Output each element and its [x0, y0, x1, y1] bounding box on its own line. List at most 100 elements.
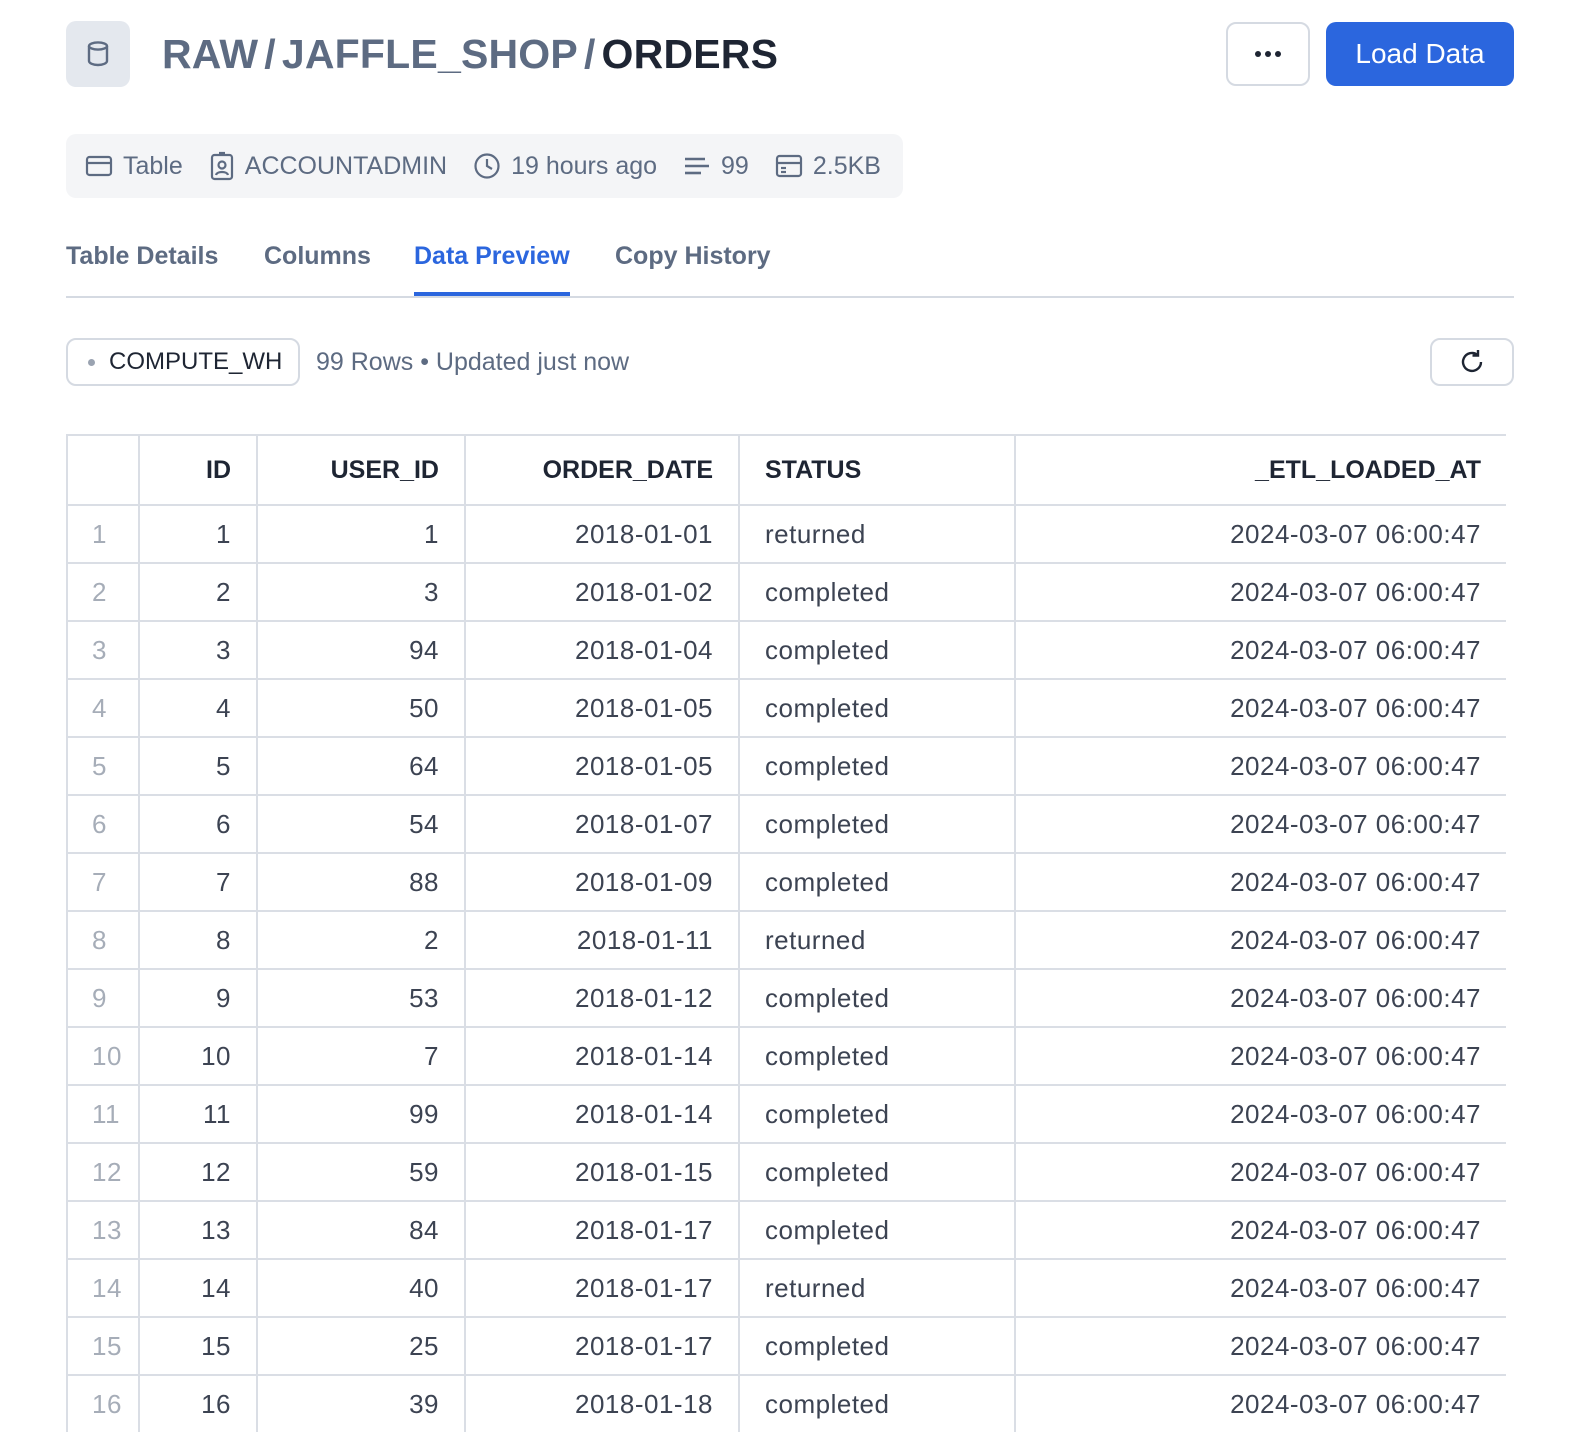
tab-columns[interactable]: Columns — [264, 242, 371, 296]
cell-etl-loaded-at[interactable]: 2024-03-07 06:00:47 — [1014, 1026, 1506, 1086]
column-header-user-id[interactable]: USER_ID — [256, 434, 466, 506]
cell-etl-loaded-at[interactable]: 2024-03-07 06:00:47 — [1014, 968, 1506, 1028]
cell-user-id[interactable]: 3 — [256, 562, 466, 622]
cell-etl-loaded-at[interactable]: 2024-03-07 06:00:47 — [1014, 620, 1506, 680]
table-row[interactable]: 2 2 3 2018-01-02 completed 2024-03-07 06:00:4… — [66, 562, 1506, 622]
cell-row-number[interactable]: 16 — [66, 1374, 140, 1432]
cell-id[interactable]: 9 — [138, 968, 258, 1028]
cell-user-id[interactable]: 59 — [256, 1142, 466, 1202]
cell-status[interactable]: completed — [738, 562, 1016, 622]
cell-id[interactable]: 10 — [138, 1026, 258, 1086]
cell-status[interactable]: returned — [738, 1258, 1016, 1318]
cell-order-date[interactable]: 2018-01-01 — [464, 504, 740, 564]
cell-row-number[interactable]: 10 — [66, 1026, 140, 1086]
cell-row-number[interactable]: 14 — [66, 1258, 140, 1318]
cell-status[interactable]: completed — [738, 968, 1016, 1028]
cell-status[interactable]: completed — [738, 678, 1016, 738]
cell-id[interactable]: 12 — [138, 1142, 258, 1202]
cell-user-id[interactable]: 84 — [256, 1200, 466, 1260]
cell-order-date[interactable]: 2018-01-11 — [464, 910, 740, 970]
cell-order-date[interactable]: 2018-01-14 — [464, 1026, 740, 1086]
cell-etl-loaded-at[interactable]: 2024-03-07 06:00:47 — [1014, 1142, 1506, 1202]
cell-user-id[interactable]: 88 — [256, 852, 466, 912]
table-row[interactable]: 11 11 99 2018-01-14 completed 2024-03-07 06:0… — [66, 1084, 1506, 1144]
cell-status[interactable]: returned — [738, 910, 1016, 970]
cell-id[interactable]: 14 — [138, 1258, 258, 1318]
cell-row-number[interactable]: 13 — [66, 1200, 140, 1260]
cell-row-number[interactable]: 3 — [66, 620, 140, 680]
cell-status[interactable]: completed — [738, 1084, 1016, 1144]
cell-etl-loaded-at[interactable]: 2024-03-07 06:00:47 — [1014, 1200, 1506, 1260]
table-row[interactable]: 7 7 88 2018-01-09 completed 2024-03-07 06:00:… — [66, 852, 1506, 912]
cell-order-date[interactable]: 2018-01-05 — [464, 678, 740, 738]
table-row[interactable]: 12 12 59 2018-01-15 completed 2024-03-07 06:0… — [66, 1142, 1506, 1202]
cell-id[interactable]: 15 — [138, 1316, 258, 1376]
table-row[interactable]: 15 15 25 2018-01-17 completed 2024-03-07 06:0… — [66, 1316, 1506, 1376]
table-row[interactable]: 10 10 7 2018-01-14 completed 2024-03-07 06:00… — [66, 1026, 1506, 1086]
cell-status[interactable]: completed — [738, 1142, 1016, 1202]
cell-id[interactable]: 11 — [138, 1084, 258, 1144]
cell-order-date[interactable]: 2018-01-18 — [464, 1374, 740, 1432]
cell-status[interactable]: completed — [738, 1374, 1016, 1432]
cell-row-number[interactable]: 15 — [66, 1316, 140, 1376]
column-header-etl-loaded-at[interactable]: _ETL_LOADED_AT — [1014, 434, 1506, 506]
cell-user-id[interactable]: 7 — [256, 1026, 466, 1086]
cell-id[interactable]: 3 — [138, 620, 258, 680]
cell-order-date[interactable]: 2018-01-17 — [464, 1200, 740, 1260]
warehouse-selector[interactable]: COMPUTE_WH — [66, 338, 300, 386]
cell-id[interactable]: 13 — [138, 1200, 258, 1260]
cell-status[interactable]: completed — [738, 794, 1016, 854]
cell-order-date[interactable]: 2018-01-12 — [464, 968, 740, 1028]
cell-user-id[interactable]: 64 — [256, 736, 466, 796]
cell-row-number[interactable]: 7 — [66, 852, 140, 912]
cell-etl-loaded-at[interactable]: 2024-03-07 06:00:47 — [1014, 504, 1506, 564]
cell-row-number[interactable]: 1 — [66, 504, 140, 564]
cell-user-id[interactable]: 99 — [256, 1084, 466, 1144]
table-row[interactable]: 13 13 84 2018-01-17 completed 2024-03-07 06:0… — [66, 1200, 1506, 1260]
table-row[interactable]: 3 3 94 2018-01-04 completed 2024-03-07 06:00:… — [66, 620, 1506, 680]
cell-row-number[interactable]: 6 — [66, 794, 140, 854]
cell-order-date[interactable]: 2018-01-02 — [464, 562, 740, 622]
cell-user-id[interactable]: 2 — [256, 910, 466, 970]
cell-user-id[interactable]: 40 — [256, 1258, 466, 1318]
tab-data-preview[interactable]: Data Preview — [414, 242, 570, 296]
cell-row-number[interactable]: 8 — [66, 910, 140, 970]
cell-status[interactable]: completed — [738, 1200, 1016, 1260]
cell-order-date[interactable]: 2018-01-07 — [464, 794, 740, 854]
cell-user-id[interactable]: 94 — [256, 620, 466, 680]
table-row[interactable]: 5 5 64 2018-01-05 completed 2024-03-07 06:00:… — [66, 736, 1506, 796]
table-row[interactable]: 4 4 50 2018-01-05 completed 2024-03-07 06:00:… — [66, 678, 1506, 738]
cell-order-date[interactable]: 2018-01-05 — [464, 736, 740, 796]
tab-table-details[interactable]: Table Details — [66, 242, 218, 296]
cell-order-date[interactable]: 2018-01-04 — [464, 620, 740, 680]
column-header-id[interactable]: ID — [138, 434, 258, 506]
cell-etl-loaded-at[interactable]: 2024-03-07 06:00:47 — [1014, 794, 1506, 854]
cell-etl-loaded-at[interactable]: 2024-03-07 06:00:47 — [1014, 1374, 1506, 1432]
cell-id[interactable]: 6 — [138, 794, 258, 854]
cell-etl-loaded-at[interactable]: 2024-03-07 06:00:47 — [1014, 1316, 1506, 1376]
cell-status[interactable]: completed — [738, 736, 1016, 796]
cell-id[interactable]: 2 — [138, 562, 258, 622]
cell-row-number[interactable]: 9 — [66, 968, 140, 1028]
cell-order-date[interactable]: 2018-01-14 — [464, 1084, 740, 1144]
cell-etl-loaded-at[interactable]: 2024-03-07 06:00:47 — [1014, 1084, 1506, 1144]
cell-row-number[interactable]: 4 — [66, 678, 140, 738]
table-row[interactable]: 14 14 40 2018-01-17 returned 2024-03-07 06:00… — [66, 1258, 1506, 1318]
cell-order-date[interactable]: 2018-01-17 — [464, 1316, 740, 1376]
cell-row-number[interactable]: 12 — [66, 1142, 140, 1202]
cell-id[interactable]: 7 — [138, 852, 258, 912]
cell-etl-loaded-at[interactable]: 2024-03-07 06:00:47 — [1014, 736, 1506, 796]
cell-etl-loaded-at[interactable]: 2024-03-07 06:00:47 — [1014, 1258, 1506, 1318]
tab-copy-history[interactable]: Copy History — [615, 242, 771, 296]
cell-row-number[interactable]: 11 — [66, 1084, 140, 1144]
cell-status[interactable]: completed — [738, 620, 1016, 680]
cell-status[interactable]: completed — [738, 1316, 1016, 1376]
cell-user-id[interactable]: 39 — [256, 1374, 466, 1432]
cell-order-date[interactable]: 2018-01-15 — [464, 1142, 740, 1202]
cell-order-date[interactable]: 2018-01-09 — [464, 852, 740, 912]
cell-id[interactable]: 1 — [138, 504, 258, 564]
cell-status[interactable]: returned — [738, 504, 1016, 564]
table-row[interactable]: 9 9 53 2018-01-12 completed 2024-03-07 06:00:… — [66, 968, 1506, 1028]
cell-etl-loaded-at[interactable]: 2024-03-07 06:00:47 — [1014, 562, 1506, 622]
cell-etl-loaded-at[interactable]: 2024-03-07 06:00:47 — [1014, 852, 1506, 912]
